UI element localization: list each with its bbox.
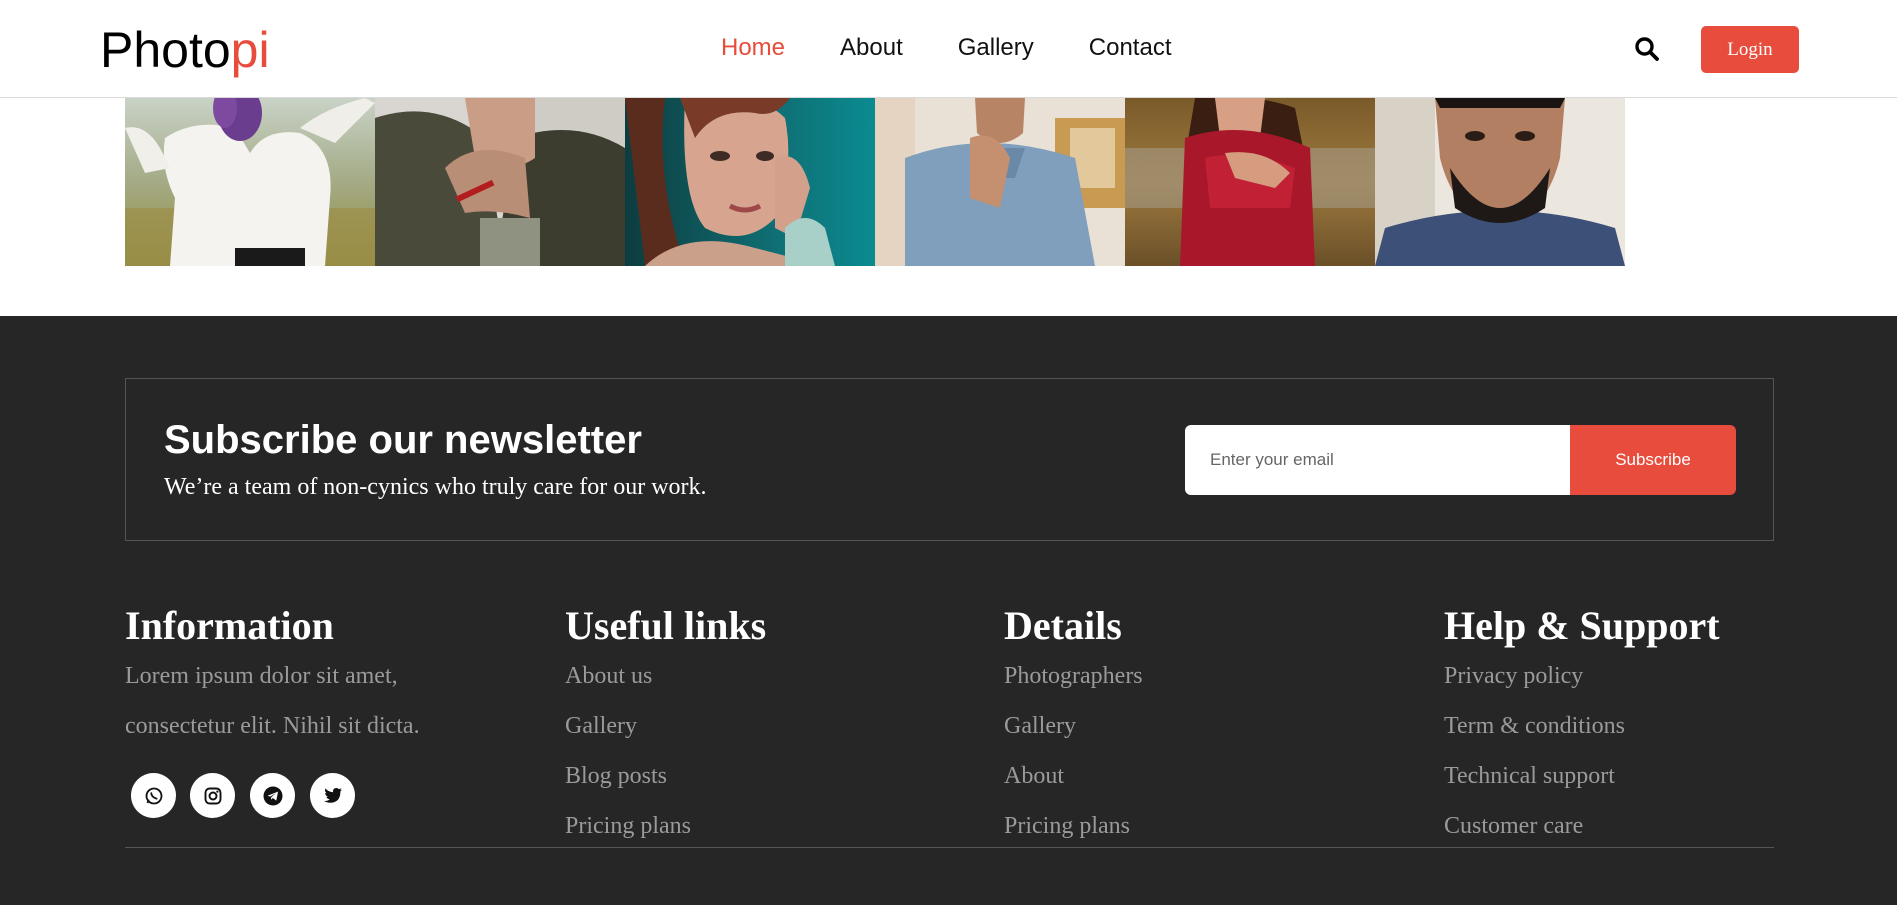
social-links — [131, 773, 505, 818]
newsletter-subtitle: We’re a team of non-cynics who truly car… — [164, 474, 707, 500]
footer-col-title: Information — [125, 603, 334, 648]
footer-col-help-support: Help & Support Privacy policy Term & con… — [1444, 601, 1824, 851]
footer-link-privacy-policy[interactable]: Privacy policy — [1444, 651, 1824, 701]
footer-col-title: Details — [1004, 603, 1122, 648]
site-header: Photopi Home About Gallery Contact Login — [0, 0, 1897, 98]
footer-link-terms[interactable]: Term & conditions — [1444, 701, 1824, 751]
twitter-icon[interactable] — [310, 773, 355, 818]
footer-link-about[interactable]: About — [1004, 751, 1384, 801]
email-input[interactable] — [1185, 425, 1570, 495]
logo-main: Photo — [100, 22, 231, 78]
telegram-icon[interactable] — [250, 773, 295, 818]
footer-link-customer-care[interactable]: Customer care — [1444, 801, 1824, 851]
main-nav: Home About Gallery Contact — [721, 33, 1227, 63]
subscribe-button[interactable]: Subscribe — [1570, 425, 1736, 495]
logo-accent: pi — [230, 22, 270, 78]
nav-home[interactable]: Home — [721, 33, 785, 63]
footer-col-useful-links: Useful links About us Gallery Blog posts… — [565, 601, 945, 851]
gallery-photo[interactable] — [1125, 98, 1375, 266]
gallery-photo[interactable] — [375, 98, 625, 266]
gallery-photo[interactable] — [875, 98, 1125, 266]
footer-link-blog-posts[interactable]: Blog posts — [565, 751, 945, 801]
footer-col-title: Help & Support — [1444, 603, 1720, 648]
information-text: Lorem ipsum dolor sit amet, consectetur … — [125, 663, 420, 739]
site-footer: Subscribe our newsletter We’re a team of… — [0, 316, 1897, 905]
whatsapp-icon[interactable] — [131, 773, 176, 818]
logo[interactable]: Photopi — [100, 20, 270, 80]
newsletter-title: Subscribe our newsletter — [164, 418, 642, 462]
nav-contact[interactable]: Contact — [1089, 33, 1172, 63]
footer-col-information: Information Lorem ipsum dolor sit amet, … — [125, 601, 505, 818]
footer-link-photographers[interactable]: Photographers — [1004, 651, 1384, 701]
footer-link-pricing-plans[interactable]: Pricing plans — [565, 801, 945, 851]
newsletter-box: Subscribe our newsletter We’re a team of… — [125, 378, 1774, 541]
gallery-photo[interactable] — [1375, 98, 1625, 266]
photo-gallery-strip — [125, 98, 1625, 266]
newsletter-form: Subscribe — [1185, 425, 1736, 495]
login-button[interactable]: Login — [1701, 26, 1799, 73]
footer-col-details: Details Photographers Gallery About Pric… — [1004, 601, 1384, 851]
nav-gallery[interactable]: Gallery — [958, 33, 1034, 63]
search-icon[interactable] — [1634, 36, 1660, 62]
footer-link-about-us[interactable]: About us — [565, 651, 945, 701]
footer-link-pricing-plans[interactable]: Pricing plans — [1004, 801, 1384, 851]
instagram-icon[interactable] — [190, 773, 235, 818]
footer-link-gallery[interactable]: Gallery — [1004, 701, 1384, 751]
footer-col-title: Useful links — [565, 603, 767, 648]
footer-divider — [125, 847, 1774, 848]
gallery-photo[interactable] — [125, 98, 375, 266]
footer-link-gallery[interactable]: Gallery — [565, 701, 945, 751]
gallery-photo[interactable] — [625, 98, 875, 266]
footer-link-technical-support[interactable]: Technical support — [1444, 751, 1824, 801]
nav-about[interactable]: About — [840, 33, 903, 63]
